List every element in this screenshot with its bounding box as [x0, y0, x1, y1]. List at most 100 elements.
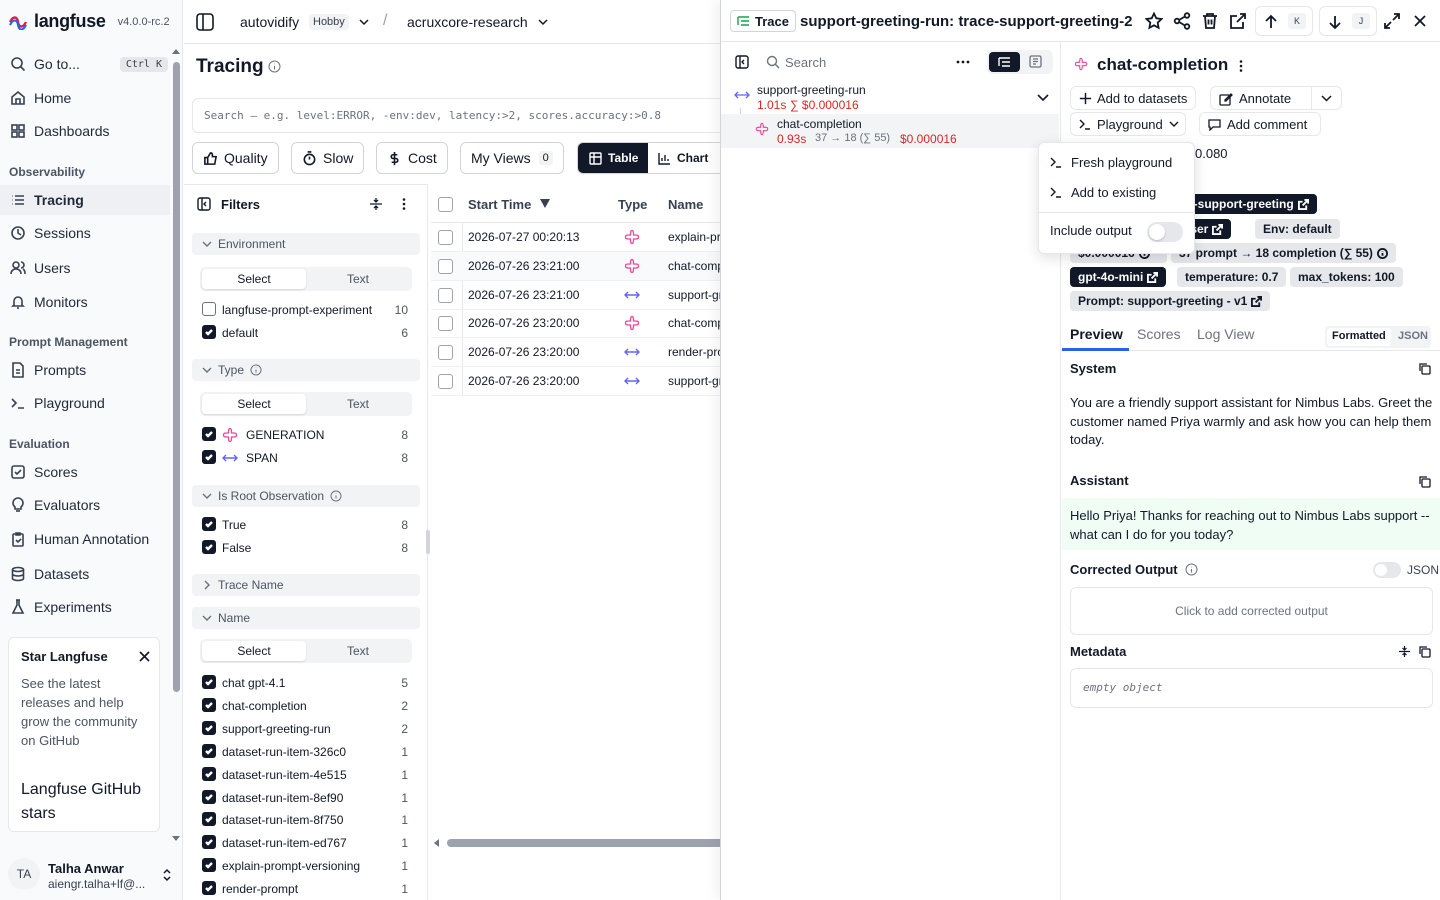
- filter-group-name[interactable]: Name: [192, 607, 420, 629]
- sort-desc-icon[interactable]: [539, 198, 551, 209]
- prev-trace-button[interactable]: K: [1255, 6, 1313, 36]
- prompt-version-tag[interactable]: Prompt: support-greeting - v1: [1070, 291, 1271, 311]
- delete-button[interactable]: [1201, 12, 1219, 30]
- sidebar-item-home[interactable]: Home: [8, 83, 170, 113]
- select-all-checkbox[interactable]: [438, 197, 453, 212]
- avatar[interactable]: TA: [8, 858, 40, 890]
- sidebar-toggle-icon[interactable]: [196, 13, 214, 31]
- column-name[interactable]: Name: [668, 197, 703, 212]
- star-button[interactable]: [1145, 12, 1163, 30]
- sidebar-item-playground[interactable]: Playground: [8, 388, 170, 418]
- select-mode-button[interactable]: Select: [202, 269, 306, 289]
- tab-scores[interactable]: Scores: [1137, 326, 1181, 342]
- tree-mode-button[interactable]: [989, 52, 1020, 72]
- collapse-all-icon[interactable]: [369, 197, 383, 211]
- more-vertical-icon[interactable]: [401, 197, 407, 211]
- text-mode-button[interactable]: Text: [306, 641, 410, 661]
- sidebar-item-sessions[interactable]: Sessions: [8, 218, 170, 248]
- collapse-all-icon[interactable]: [1398, 645, 1411, 658]
- checkbox[interactable]: [202, 720, 216, 735]
- close-button[interactable]: [1411, 12, 1429, 30]
- include-output-toggle[interactable]: [1147, 222, 1183, 242]
- sidebar-item-users[interactable]: Users: [8, 253, 170, 283]
- copy-icon[interactable]: [1418, 362, 1431, 375]
- checkbox[interactable]: [202, 835, 216, 850]
- sidebar-item-datasets[interactable]: Datasets: [8, 559, 170, 589]
- timeline-icon[interactable]: [1029, 55, 1042, 68]
- annotate-button[interactable]: Annotate: [1219, 91, 1291, 106]
- chevron-updown-icon[interactable]: [161, 868, 173, 882]
- tokens-tag[interactable]: 37 prompt → 18 completion (∑ 55): [1171, 243, 1396, 263]
- row-checkbox[interactable]: [438, 287, 453, 303]
- sidebar-item-monitors[interactable]: Monitors: [8, 287, 170, 317]
- row-checkbox[interactable]: [438, 230, 453, 245]
- tree-node-child[interactable]: chat-completion 0.93s 37 → 18 (∑ 55) $0.…: [721, 114, 1059, 148]
- row-name[interactable]: chat-completion: [668, 259, 721, 273]
- sidebar-item-prompts[interactable]: Prompts: [8, 355, 170, 385]
- sidebar-item-experiments[interactable]: Experiments: [8, 592, 170, 622]
- row-name[interactable]: support-greeting-run: [668, 374, 721, 388]
- my-views-button[interactable]: My Views 0: [460, 142, 564, 174]
- select-mode-button[interactable]: Select: [202, 394, 306, 414]
- checkbox[interactable]: [202, 743, 216, 758]
- chevron-down-icon[interactable]: [1321, 94, 1332, 103]
- filter-group-type[interactable]: Type: [192, 359, 420, 381]
- row-checkbox[interactable]: [438, 374, 453, 389]
- info-icon[interactable]: [268, 60, 281, 73]
- table-view-button[interactable]: Table: [578, 143, 648, 173]
- close-icon[interactable]: [139, 651, 150, 662]
- info-icon[interactable]: [1185, 563, 1198, 576]
- sidebar-item-scores[interactable]: Scores: [8, 457, 170, 487]
- more-horizontal-icon[interactable]: [956, 60, 970, 64]
- corrected-output-input[interactable]: Click to add corrected output: [1070, 587, 1433, 635]
- panel-resize-handle[interactable]: [426, 530, 430, 554]
- column-type[interactable]: Type: [618, 197, 647, 212]
- text-mode-button[interactable]: Text: [306, 269, 410, 289]
- filter-group-root-observation[interactable]: Is Root Observation: [192, 485, 420, 507]
- checkbox[interactable]: [202, 427, 216, 441]
- tab-log-view[interactable]: Log View: [1197, 326, 1254, 342]
- checkbox[interactable]: [202, 517, 216, 531]
- quality-filter-button[interactable]: Quality: [192, 142, 279, 174]
- table-row[interactable]: 2026-07-26 23:21:00 chat-completion: [431, 251, 721, 281]
- more-vertical-icon[interactable]: [1238, 59, 1244, 73]
- table-row[interactable]: 2026-07-27 00:20:13 explain-prompt-versi…: [431, 223, 721, 252]
- sidebar-item-tracing[interactable]: Tracing: [0, 185, 170, 215]
- open-external-button[interactable]: [1229, 12, 1247, 30]
- table-row[interactable]: 2026-07-26 23:20:00 chat-completion: [431, 309, 721, 339]
- corrected-json-toggle[interactable]: [1373, 562, 1401, 578]
- checkbox[interactable]: [202, 858, 216, 873]
- row-name[interactable]: render-prompt: [668, 345, 721, 359]
- sidebar-item-evaluators[interactable]: Evaluators: [8, 490, 170, 520]
- github-stars-image[interactable]: Langfuse GitHub stars: [21, 778, 149, 826]
- prompt-link-tag[interactable]: on-support-greeting: [1179, 194, 1317, 214]
- slow-filter-button[interactable]: Slow: [291, 142, 365, 174]
- sidebar-scrollbar[interactable]: [170, 48, 182, 848]
- playground-button[interactable]: Playground: [1070, 112, 1186, 136]
- filter-group-environment[interactable]: Environment: [192, 233, 420, 255]
- checkbox[interactable]: [202, 881, 216, 896]
- checkbox[interactable]: [202, 766, 216, 781]
- filter-group-trace-name[interactable]: Trace Name: [192, 574, 420, 596]
- tree-node-root[interactable]: support-greeting-run 1.01s ∑ $0.000016: [721, 83, 1059, 115]
- add-comment-button[interactable]: Add comment: [1199, 112, 1321, 136]
- next-trace-button[interactable]: J: [1319, 6, 1377, 36]
- search-input[interactable]: Search — e.g. level:ERROR, -env:dev, lat…: [192, 98, 732, 133]
- goto-button[interactable]: Go to... Ctrl K: [8, 49, 170, 79]
- row-checkbox[interactable]: [438, 258, 453, 274]
- text-mode-button[interactable]: Text: [306, 394, 410, 414]
- share-button[interactable]: [1173, 12, 1191, 30]
- panel-toggle-icon[interactable]: [735, 55, 749, 69]
- checkbox[interactable]: [202, 325, 216, 339]
- table-horizontal-scrollbar[interactable]: [431, 836, 737, 850]
- copy-icon[interactable]: [1418, 645, 1431, 658]
- chart-view-button[interactable]: Chart: [658, 143, 708, 173]
- select-mode-button[interactable]: Select: [202, 641, 306, 661]
- add-to-datasets-button[interactable]: Add to datasets: [1070, 86, 1197, 110]
- tree-search-input[interactable]: Search: [785, 55, 826, 70]
- sidebar-item-human-annotation[interactable]: Human Annotation: [8, 524, 170, 554]
- logo[interactable]: langfuse v4.0.0-rc.2: [8, 11, 170, 32]
- model-tag[interactable]: gpt-4o-mini: [1070, 267, 1167, 287]
- chevron-down-icon[interactable]: [538, 17, 548, 27]
- chevron-down-icon[interactable]: [359, 17, 369, 27]
